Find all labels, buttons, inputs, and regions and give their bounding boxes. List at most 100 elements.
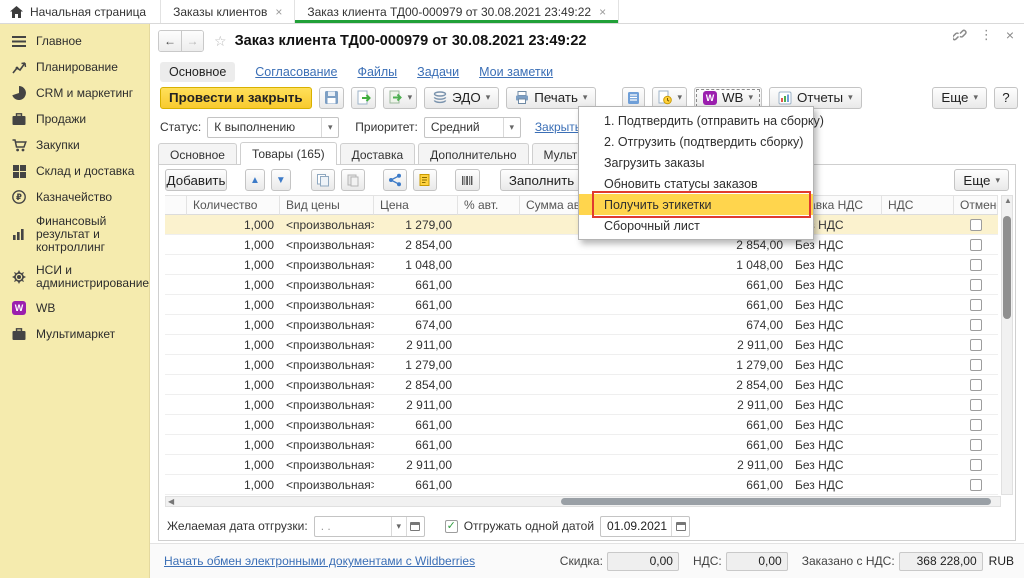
sidebar-item-склад-и-доставка[interactable]: Склад и доставка bbox=[0, 158, 149, 184]
table-row[interactable]: 1,000<произвольная>1 279,001 279,00Без Н… bbox=[165, 355, 998, 375]
vertical-scrollbar[interactable]: ▲ bbox=[1001, 195, 1013, 495]
more-actions-button[interactable]: Еще ▾ bbox=[932, 87, 987, 109]
table-row[interactable]: 1,000<произвольная>661,00661,00Без НДС bbox=[165, 475, 998, 495]
scroll-up-icon[interactable]: ▲ bbox=[1002, 196, 1012, 205]
cancelled-checkbox[interactable] bbox=[970, 479, 982, 491]
cancelled-checkbox[interactable] bbox=[970, 299, 982, 311]
close-tab-icon[interactable]: × bbox=[275, 5, 282, 19]
table-row[interactable]: 1,000<произвольная>661,00661,00Без НДС bbox=[165, 275, 998, 295]
single-date-checkbox[interactable]: ✓ bbox=[445, 520, 458, 533]
paste-row-button[interactable] bbox=[341, 169, 365, 191]
tab-inactive[interactable]: Доставка bbox=[340, 143, 416, 165]
cancelled-checkbox[interactable] bbox=[970, 459, 982, 471]
cell-sum: 2 911,00 bbox=[686, 455, 789, 475]
favorite-star-icon[interactable]: ☆ bbox=[214, 33, 227, 50]
top-tab[interactable]: Заказы клиентов× bbox=[160, 0, 294, 23]
cancelled-checkbox[interactable] bbox=[970, 279, 982, 291]
forward-button[interactable]: → bbox=[181, 31, 203, 51]
sidebar-item-мультимаркет[interactable]: Мультимаркет bbox=[0, 321, 149, 347]
barcode-scan-button[interactable] bbox=[455, 169, 480, 191]
cancelled-checkbox[interactable] bbox=[970, 359, 982, 371]
calendar-icon[interactable] bbox=[406, 517, 424, 536]
doc-nav-link[interactable]: Файлы bbox=[357, 65, 397, 79]
wb-menu-item[interactable]: Получить этикетки bbox=[579, 194, 813, 215]
doc-nav-link[interactable]: Мои заметки bbox=[479, 65, 553, 79]
cancelled-checkbox[interactable] bbox=[970, 319, 982, 331]
sidebar-item-финансовый-результат-и-контроллинг[interactable]: Финансовый результат и контроллинг bbox=[0, 210, 149, 259]
cell-vat_rate: Без НДС bbox=[789, 275, 882, 295]
copy-row-button[interactable] bbox=[311, 169, 335, 191]
sidebar-item-главное[interactable]: Главное bbox=[0, 28, 149, 54]
table-row[interactable]: 1,000<произвольная>2 911,002 911,00Без Н… bbox=[165, 395, 998, 415]
back-button[interactable]: ← bbox=[159, 31, 181, 51]
reports-button-label: Отчеты bbox=[797, 90, 843, 105]
cancelled-checkbox[interactable] bbox=[970, 339, 982, 351]
table-row[interactable]: 1,000<произвольная>674,00674,00Без НДС bbox=[165, 315, 998, 335]
edi-exchange-link[interactable]: Начать обмен электронными документами с … bbox=[164, 554, 475, 568]
home-tab[interactable]: Начальная страница bbox=[0, 0, 160, 23]
wb-menu-item[interactable]: Сборочный лист bbox=[579, 215, 813, 236]
wb-menu-item[interactable]: Загрузить заказы bbox=[579, 152, 813, 173]
table-row[interactable]: 1,000<произвольная>661,00661,00Без НДС bbox=[165, 435, 998, 455]
scroll-left-icon[interactable]: ◀ bbox=[166, 497, 176, 506]
table-row[interactable]: 1,000<произвольная>2 911,002 911,00Без Н… bbox=[165, 335, 998, 355]
cancelled-checkbox[interactable] bbox=[970, 399, 982, 411]
close-tab-icon[interactable]: × bbox=[599, 5, 606, 19]
move-row-down-button[interactable]: ▼ bbox=[271, 169, 291, 191]
table-row[interactable]: 1,000<произвольная>2 854,002 854,00Без Н… bbox=[165, 375, 998, 395]
create-based-on-button[interactable]: ▾ bbox=[383, 87, 418, 109]
tab-inactive[interactable]: Дополнительно bbox=[418, 143, 528, 165]
save-button[interactable] bbox=[319, 87, 344, 109]
doc-nav-link[interactable]: Основное bbox=[160, 62, 235, 82]
doc-nav-link[interactable]: Согласование bbox=[255, 65, 337, 79]
status-select[interactable]: К выполнению ▾ bbox=[207, 117, 339, 138]
tab-active[interactable]: Товары (165) bbox=[240, 142, 337, 165]
cancelled-checkbox[interactable] bbox=[970, 419, 982, 431]
cancelled-checkbox[interactable] bbox=[970, 219, 982, 231]
sidebar-item-crm-и-маркетинг[interactable]: CRM и маркетинг bbox=[0, 80, 149, 106]
table-row[interactable]: 1,000<произвольная>661,00661,00Без НДС bbox=[165, 295, 998, 315]
tab-inactive[interactable]: Основное bbox=[158, 143, 237, 165]
share-button[interactable] bbox=[383, 169, 407, 191]
sidebar-item-нси-и-администрирование[interactable]: НСИ и администрирование bbox=[0, 259, 149, 295]
horizontal-scrollbar[interactable]: ◀ bbox=[165, 496, 1001, 507]
get-link-icon[interactable] bbox=[953, 28, 967, 42]
more-menu-icon[interactable]: ⋮ bbox=[980, 27, 993, 43]
sidebar-item-казначейство[interactable]: ₽Казначейство bbox=[0, 184, 149, 210]
table-row[interactable]: 1,000<произвольная>1 048,001 048,00Без Н… bbox=[165, 255, 998, 275]
cell-qty: 1,000 bbox=[187, 235, 280, 255]
vertical-scrollbar-thumb[interactable] bbox=[1003, 216, 1011, 319]
help-button[interactable]: ? bbox=[994, 87, 1018, 109]
move-row-up-button[interactable]: ▲ bbox=[245, 169, 265, 191]
wb-menu-item[interactable]: Обновить статусы заказов bbox=[579, 173, 813, 194]
wb-menu-item[interactable]: 2. Отгрузить (подтвердить сборку) bbox=[579, 131, 813, 152]
doc-nav-link[interactable]: Задачи bbox=[417, 65, 459, 79]
sidebar-item-продажи[interactable]: Продажи bbox=[0, 106, 149, 132]
close-document-icon[interactable]: × bbox=[1006, 27, 1014, 43]
post-document-button[interactable] bbox=[351, 87, 376, 109]
priority-select[interactable]: Средний ▾ bbox=[424, 117, 521, 138]
table-row[interactable]: 1,000<произвольная>661,00661,00Без НДС bbox=[165, 415, 998, 435]
sidebar-item-wb[interactable]: WWB bbox=[0, 295, 149, 321]
table-row[interactable]: 1,000<произвольная>2 911,002 911,00Без Н… bbox=[165, 455, 998, 475]
add-row-button[interactable]: Добавить bbox=[165, 169, 227, 191]
cancelled-checkbox[interactable] bbox=[970, 239, 982, 251]
sidebar-item-закупки[interactable]: Закупки bbox=[0, 132, 149, 158]
post-and-close-button[interactable]: Провести и закрыть bbox=[160, 87, 312, 109]
cancelled-checkbox[interactable] bbox=[970, 439, 982, 451]
chevron-down-icon: ▾ bbox=[748, 92, 753, 103]
single-date-field[interactable]: 01.09.2021 bbox=[600, 516, 690, 537]
wb-menu-item[interactable]: 1. Подтвердить (отправить на сборку) bbox=[579, 110, 813, 131]
calendar-icon[interactable] bbox=[671, 517, 689, 536]
horizontal-scrollbar-thumb[interactable] bbox=[561, 498, 991, 505]
ship-date-field[interactable]: . . ▾ bbox=[314, 516, 425, 537]
cell-marker bbox=[165, 315, 187, 335]
cell-auto_pct bbox=[458, 235, 520, 255]
cancelled-checkbox[interactable] bbox=[970, 379, 982, 391]
edo-button[interactable]: ЭДО ▾ bbox=[424, 87, 499, 109]
sidebar-item-планирование[interactable]: Планирование bbox=[0, 54, 149, 80]
top-tab[interactable]: Заказ клиента ТД00-000979 от 30.08.2021 … bbox=[294, 0, 619, 23]
change-selected-button[interactable] bbox=[413, 169, 437, 191]
cancelled-checkbox[interactable] bbox=[970, 259, 982, 271]
table-more-button[interactable]: Еще ▾ bbox=[954, 169, 1009, 191]
